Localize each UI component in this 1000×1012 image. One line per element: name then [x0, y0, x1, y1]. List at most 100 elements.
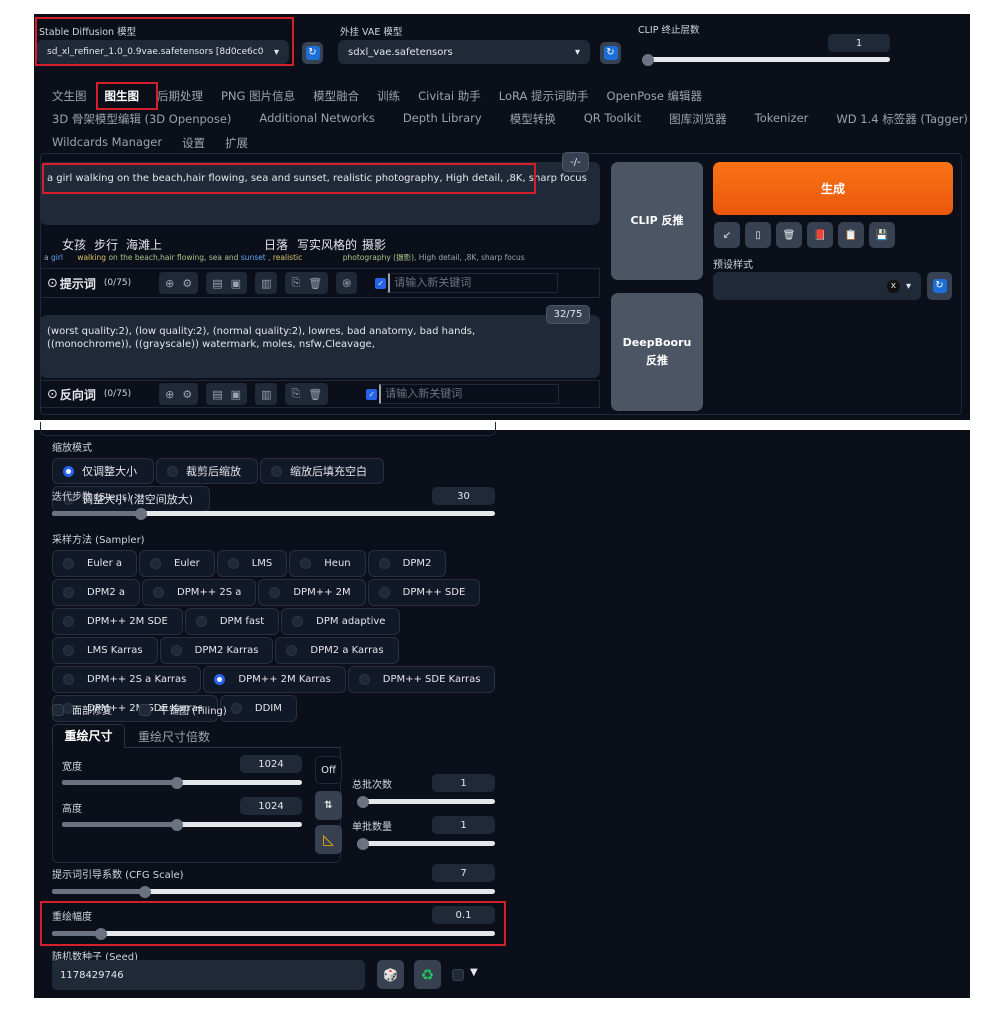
sampler-option[interactable]: DPM2 Karras	[159, 637, 274, 664]
clip-interrogate-button[interactable]: CLIP 反推	[611, 162, 703, 280]
clear-icon[interactable]: x	[886, 279, 900, 293]
sampler-option[interactable]: DPM2 a Karras	[275, 637, 399, 664]
tab-resize-scale[interactable]: 重绘尺寸倍数	[138, 728, 210, 745]
tab-row2-7[interactable]: WD 1.4 标签器 (Tagger)	[836, 111, 968, 127]
radio-icon[interactable]	[63, 645, 74, 656]
tab-row3-2[interactable]: 扩展	[225, 135, 248, 151]
bookmark-icon[interactable]: ▣	[231, 388, 241, 401]
negative-textarea[interactable]: (worst quality:2), (low quality:2), (nor…	[40, 315, 600, 378]
width-input[interactable]: 1024	[240, 755, 302, 773]
ruler-button[interactable]: ◺	[315, 825, 342, 854]
collapse-icon[interactable]: ⊙	[47, 387, 58, 402]
radio-icon[interactable]	[63, 616, 74, 627]
radio-icon[interactable]	[358, 674, 370, 685]
checkbox[interactable]	[52, 703, 64, 716]
radio-icon[interactable]	[150, 558, 162, 569]
vae-dropdown[interactable]: sdxl_vae.safetensors ▾	[338, 40, 590, 64]
vae-refresh-button[interactable]: ↻	[600, 42, 621, 64]
sd-refresh-button[interactable]: ↻	[302, 42, 323, 64]
tab-row1-5[interactable]: 训练	[377, 88, 400, 104]
styles-dropdown[interactable]: x ▾	[713, 272, 921, 300]
sampler-option[interactable]: Euler	[139, 550, 215, 577]
keyword-input[interactable]: 请输入新关键词	[388, 273, 559, 293]
keyword-input[interactable]: 请输入新关键词	[379, 384, 560, 404]
radio-icon[interactable]	[167, 465, 178, 477]
slider-thumb[interactable]	[642, 53, 654, 66]
tab-row2-5[interactable]: 图库浏览器	[669, 111, 727, 127]
checkbox-checked[interactable]: ✓	[366, 388, 378, 400]
format-button[interactable]: ▥	[255, 272, 278, 294]
sampler-option[interactable]: Heun	[289, 550, 366, 577]
tab-row1-0[interactable]: 文生图	[52, 88, 87, 104]
radio-icon[interactable]	[214, 674, 226, 685]
height-slider[interactable]	[62, 818, 302, 831]
tab-row1-2[interactable]: 后期处理	[157, 88, 203, 104]
resize-mode-option[interactable]: 缩放后填充空白	[260, 458, 384, 484]
radio-icon[interactable]	[300, 558, 312, 569]
tab-row3-1[interactable]: 设置	[182, 135, 205, 151]
copy-icon[interactable]: ⎘	[291, 387, 300, 401]
history-group[interactable]: ▤ ▣	[206, 383, 248, 405]
bookmark-icon[interactable]: ▣	[231, 277, 241, 290]
cfg-slider[interactable]	[52, 885, 495, 898]
slider-thumb[interactable]	[357, 795, 369, 808]
translate-group[interactable]: ⊕ ⚙	[159, 272, 199, 294]
styles-refresh-button[interactable]: ↻	[927, 272, 952, 300]
clear-prompt-button[interactable]: ▯	[745, 222, 771, 248]
denoise-slider[interactable]	[52, 927, 495, 940]
format-icon[interactable]: ▥	[261, 277, 271, 290]
sampler-option[interactable]: LMS Karras	[52, 637, 158, 664]
extra-seed-toggle[interactable]: ▼	[470, 967, 478, 978]
cfg-input[interactable]: 7	[432, 864, 495, 882]
trash-button[interactable]: 🗑	[776, 222, 802, 248]
aspect-lock-off-button[interactable]: Off	[315, 756, 342, 784]
slider-thumb[interactable]	[357, 837, 369, 850]
sampler-option[interactable]: DPM2 a	[52, 579, 141, 606]
history-icon[interactable]: ▤	[212, 388, 222, 401]
clipboard-button[interactable]: 📋	[838, 222, 864, 248]
denoise-input[interactable]: 0.1	[432, 906, 495, 924]
tab-row1-6[interactable]: Civitai 助手	[418, 88, 481, 104]
copy-group[interactable]: ⎘ 🗑	[285, 383, 329, 405]
sampler-option[interactable]: DPM adaptive	[281, 608, 401, 635]
checkbox-checked[interactable]: ✓	[375, 277, 387, 289]
sampler-option[interactable]: Euler a	[52, 550, 138, 577]
sampler-option[interactable]: DPM++ 2M	[258, 579, 366, 606]
globe-icon[interactable]: ⊕	[165, 277, 174, 290]
save-button[interactable]: 💾	[869, 222, 895, 248]
radio-icon[interactable]	[286, 645, 298, 656]
reuse-seed-button[interactable]: ♻	[414, 960, 441, 989]
sampler-option[interactable]: DPM++ 2S a Karras	[52, 666, 202, 693]
radio-icon[interactable]	[292, 616, 304, 627]
format-icon[interactable]: ▥	[261, 388, 271, 401]
tab-row1-8[interactable]: OpenPose 编辑器	[607, 88, 703, 104]
trash-icon[interactable]: 🗑	[308, 277, 322, 290]
tab-row2-1[interactable]: Additional Networks	[259, 111, 374, 127]
batch-count-input[interactable]: 1	[432, 774, 495, 792]
openai-icon[interactable]: ֍	[342, 276, 351, 291]
batch-size-slider[interactable]	[357, 837, 495, 850]
globe-icon[interactable]: ⊕	[165, 388, 174, 401]
radio-icon[interactable]	[63, 558, 74, 569]
extra-networks-button[interactable]: 📕	[807, 222, 833, 248]
radio-icon[interactable]	[63, 465, 74, 477]
tab-row2-6[interactable]: Tokenizer	[755, 111, 809, 127]
sampler-option[interactable]: DPM++ 2M SDE	[52, 608, 183, 635]
random-seed-button[interactable]: 🎲	[377, 960, 404, 989]
radio-icon[interactable]	[230, 703, 242, 714]
slider-thumb[interactable]	[171, 818, 184, 831]
translate-group[interactable]: ⊕ ⚙	[159, 383, 199, 405]
radio-icon[interactable]	[195, 616, 207, 627]
sampler-option[interactable]: LMS	[216, 550, 288, 577]
radio-icon[interactable]	[378, 558, 390, 569]
radio-icon[interactable]	[63, 587, 74, 598]
slider-thumb[interactable]	[134, 507, 147, 520]
sampler-option[interactable]: DPM++ SDE	[367, 579, 481, 606]
format-button[interactable]: ▥	[255, 383, 278, 405]
sampler-option[interactable]: DPM fast	[184, 608, 280, 635]
tab-row2-4[interactable]: QR Toolkit	[584, 111, 641, 127]
sampler-option[interactable]: DDIM	[219, 695, 297, 722]
slider-thumb[interactable]	[139, 885, 152, 898]
checkbox[interactable]	[139, 703, 151, 716]
clip-skip-slider[interactable]	[642, 53, 890, 66]
